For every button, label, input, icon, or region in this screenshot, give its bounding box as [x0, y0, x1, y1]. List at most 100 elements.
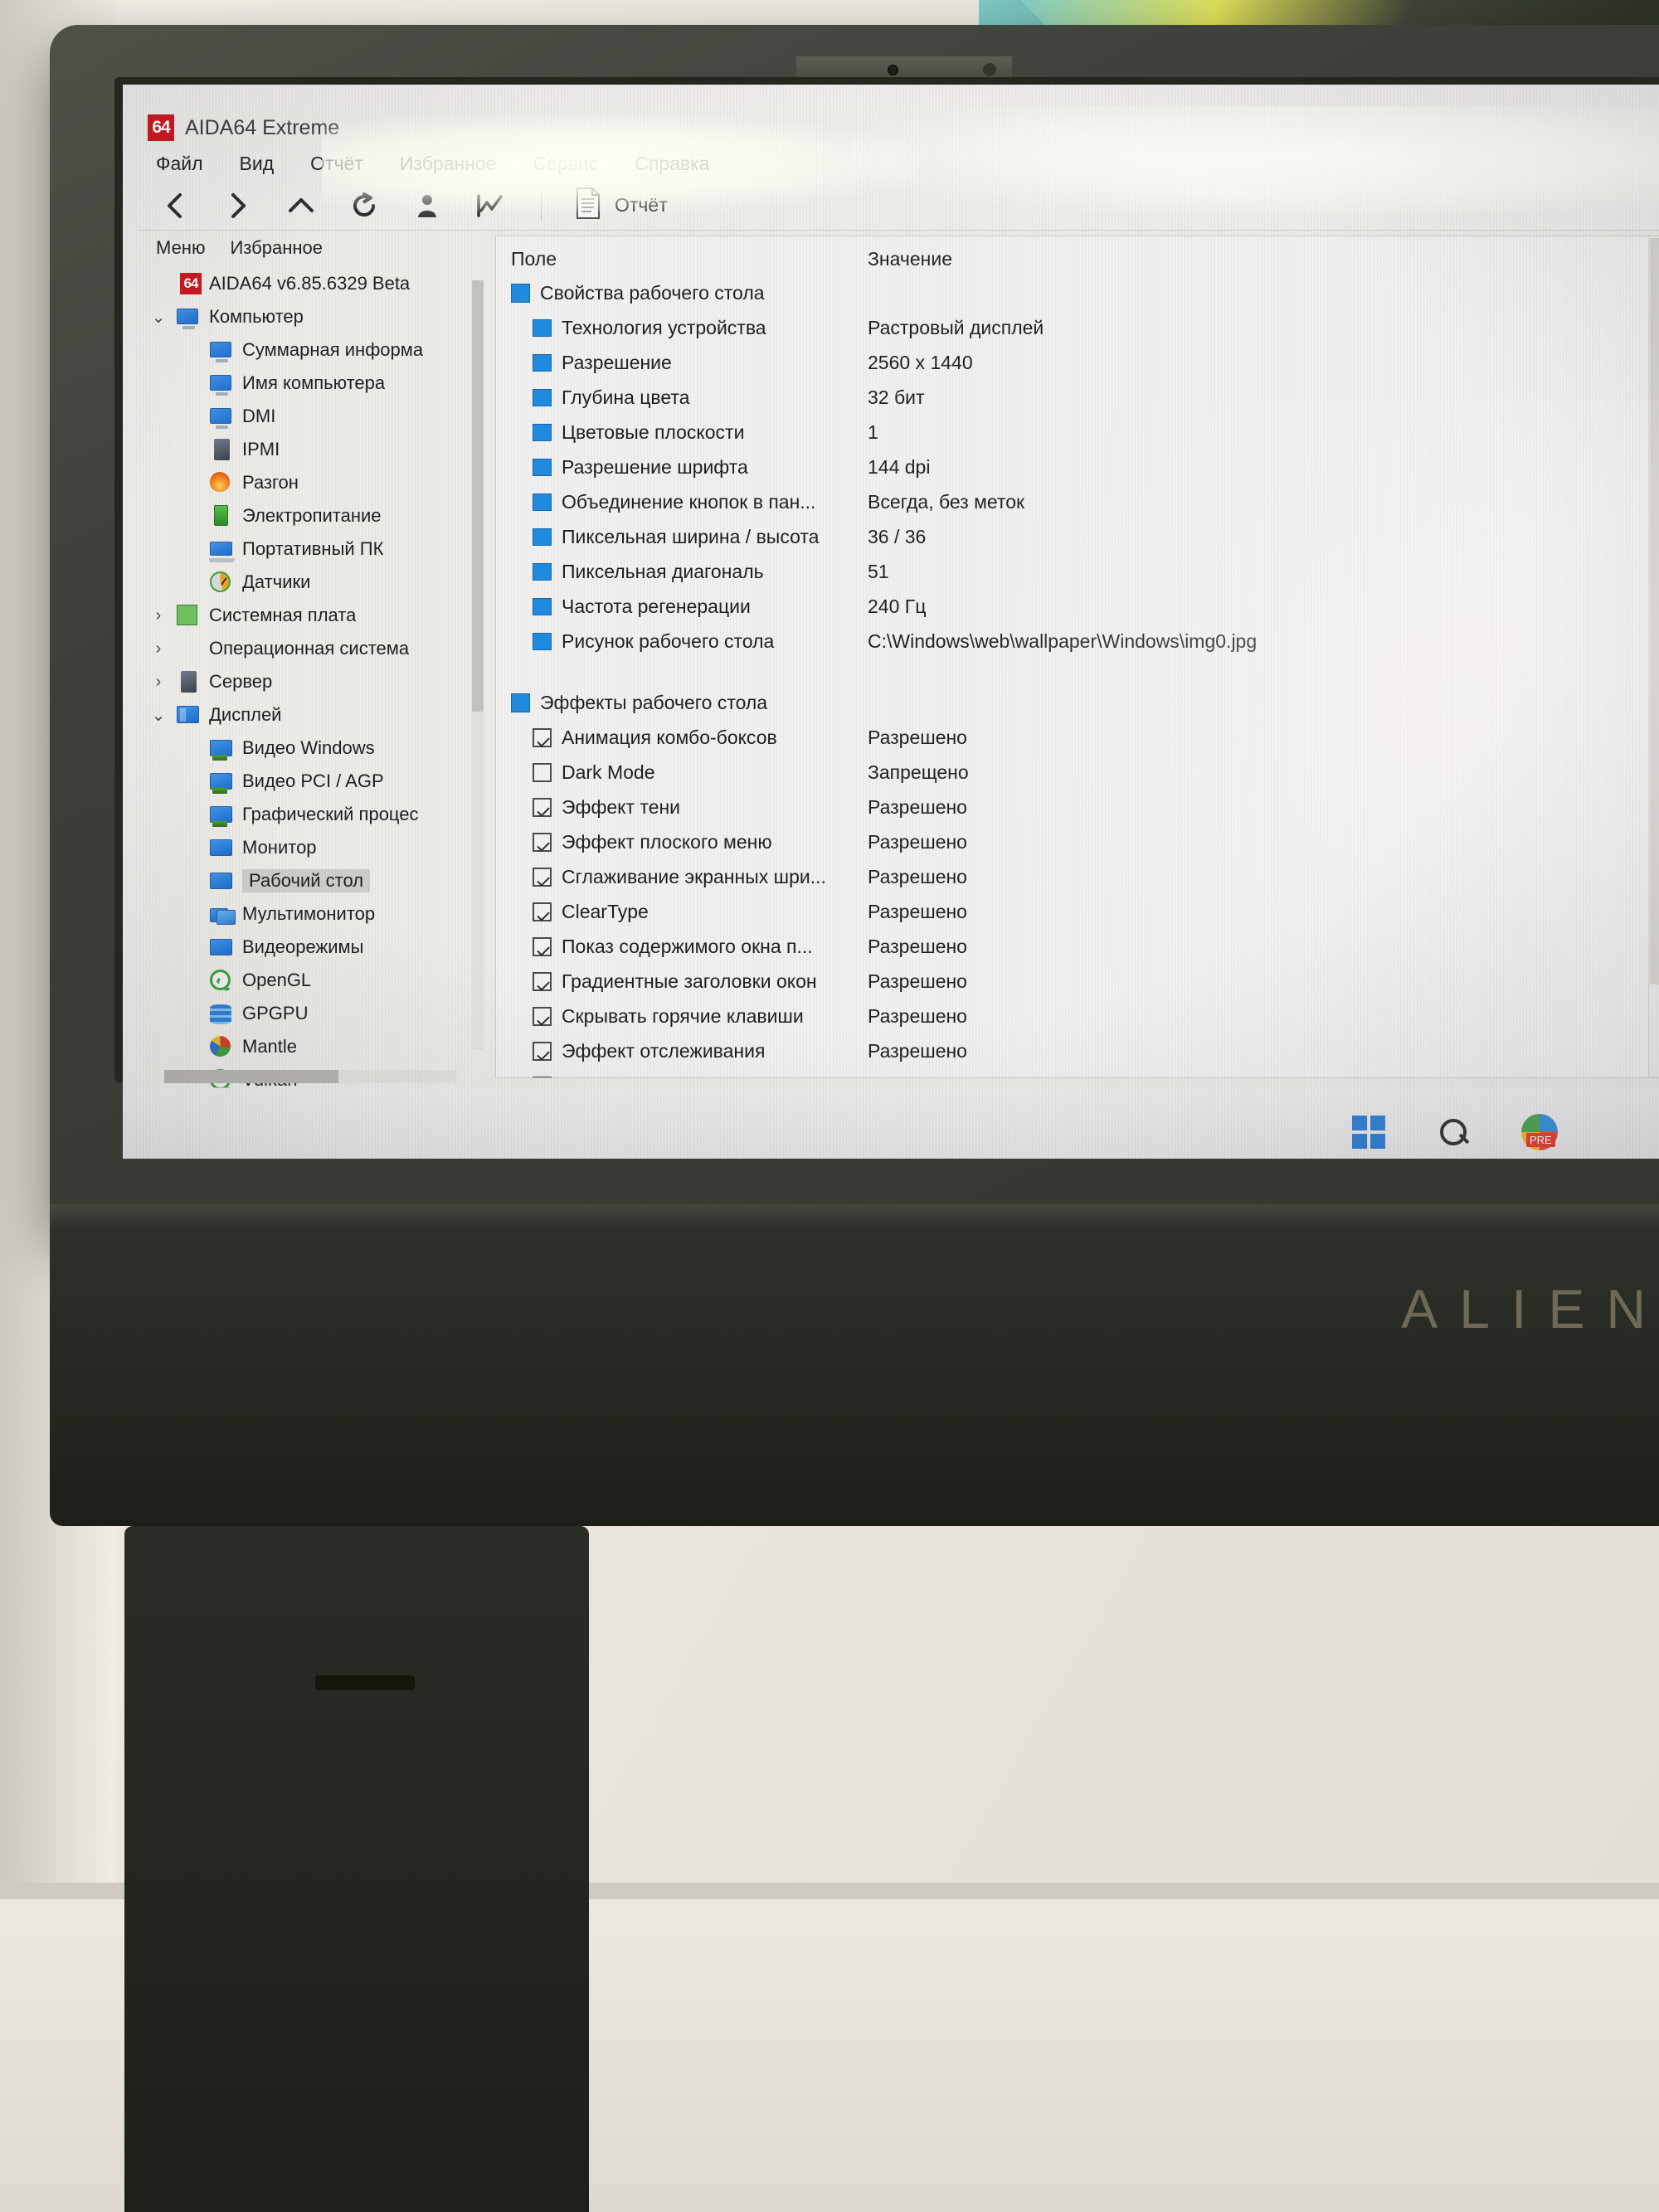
- sidebar-item-12[interactable]: ⌄ Дисплей: [148, 698, 490, 732]
- checkbox-checked-icon[interactable]: [533, 971, 552, 991]
- sidebar-item-5[interactable]: Разгон: [148, 466, 490, 499]
- row-field-label: Показ содержимого окна п...: [562, 935, 813, 957]
- table-row[interactable]: Технология устройства Растровый дисплей: [496, 310, 1659, 345]
- search-icon[interactable]: [1437, 1116, 1470, 1149]
- property-icon: [533, 318, 552, 337]
- row-field-label: Частота регенерации: [562, 595, 751, 617]
- tab-favorites[interactable]: Избранное: [230, 237, 323, 259]
- sidebar-item-15[interactable]: Графический процес: [148, 798, 490, 831]
- section-header: Свойства рабочего стола: [496, 275, 1659, 310]
- content-rows: Свойства рабочего стола Технология устрой…: [496, 275, 1659, 1078]
- table-row[interactable]: Разрешение 2560 x 1440: [496, 345, 1659, 380]
- checkbox-checked-icon[interactable]: [533, 902, 552, 921]
- sidebar-item-4[interactable]: IPMI: [148, 433, 490, 466]
- report-button[interactable]: Отчёт: [575, 187, 668, 225]
- refresh-icon[interactable]: [347, 188, 382, 223]
- row-value: Запрещено: [868, 761, 969, 783]
- chevron-down-icon[interactable]: ⌄: [148, 307, 169, 328]
- table-row[interactable]: ClearType Разрешено: [496, 894, 1659, 929]
- table-row[interactable]: Объединение кнопок в пан... Всегда, без м…: [496, 484, 1659, 519]
- up-arrow-icon[interactable]: [284, 188, 319, 223]
- sidebar-item-18[interactable]: Мультимонитор: [148, 897, 490, 931]
- menu-item-file[interactable]: Файл: [156, 153, 203, 175]
- checkbox-checked-icon[interactable]: [533, 1006, 552, 1026]
- row-field-label: Пиксельная диагональ: [562, 560, 764, 582]
- sidebar-item-8[interactable]: Датчики: [148, 566, 490, 599]
- chevron-right-icon[interactable]: ›: [148, 639, 169, 659]
- sidebar-item-22[interactable]: Mantle: [148, 1030, 490, 1063]
- menu-item-report[interactable]: Отчёт: [310, 153, 363, 175]
- table-row[interactable]: Частота регенерации 240 Гц: [496, 589, 1659, 624]
- table-row[interactable]: Эффект плоского меню Разрешено: [496, 824, 1659, 859]
- row-field-label: Рисунок рабочего стола: [562, 630, 775, 652]
- table-row[interactable]: Заворот подписей значков Разрешено: [496, 1068, 1659, 1078]
- table-row[interactable]: Разрешение шрифта 144 dpi: [496, 450, 1659, 484]
- sidebar-item-21[interactable]: GPGPU: [148, 997, 490, 1030]
- sidebar-item-9[interactable]: › Системная плата: [148, 599, 490, 632]
- table-row[interactable]: Показ содержимого окна п... Разрешено: [496, 929, 1659, 964]
- checkbox-checked-icon[interactable]: [533, 1076, 552, 1077]
- checkbox-checked-icon[interactable]: [533, 797, 552, 817]
- table-row[interactable]: Градиентные заголовки окон Разрешено: [496, 964, 1659, 999]
- row-field-label: Эффект тени: [562, 795, 681, 818]
- sidebar-item-17[interactable]: Рабочий стол: [148, 864, 490, 897]
- videocard-icon: [210, 804, 235, 827]
- table-row[interactable]: Dark Mode Запрещено: [496, 755, 1659, 790]
- display-icon: [177, 704, 202, 726]
- sidebar-item-3[interactable]: DMI: [148, 400, 490, 433]
- user-icon[interactable]: [410, 188, 445, 223]
- table-row[interactable]: Рисунок рабочего стола C:\Windows\web\wal…: [496, 624, 1659, 659]
- sidebar-item-6[interactable]: Электропитание: [148, 499, 490, 532]
- sidebar-scrollbar[interactable]: [472, 280, 484, 1050]
- sidebar-item-11[interactable]: › Сервер: [148, 665, 490, 698]
- table-row[interactable]: Эффект тени Разрешено: [496, 790, 1659, 824]
- menu-item-help[interactable]: Справка: [635, 153, 709, 175]
- table-row[interactable]: Анимация комбо-боксов Разрешено: [496, 720, 1659, 755]
- menu-item-favorites[interactable]: Избранное: [400, 153, 497, 175]
- checkbox-checked-icon[interactable]: [533, 936, 552, 956]
- sidebar-hscrollbar-thumb[interactable]: [164, 1070, 338, 1083]
- chevron-down-icon[interactable]: ⌄: [148, 705, 169, 726]
- chart-icon[interactable]: [473, 188, 508, 223]
- row-field-label: Заворот подписей значков: [562, 1075, 796, 1078]
- sidebar-item-0[interactable]: ⌄ Компьютер: [148, 300, 490, 333]
- sidebar-item-10[interactable]: › Операционная система: [148, 632, 490, 665]
- table-row[interactable]: Пиксельная диагональ 51: [496, 554, 1659, 589]
- chevron-right-icon[interactable]: ›: [148, 606, 169, 625]
- table-row[interactable]: Пиксельная ширина / высота 36 / 36: [496, 519, 1659, 554]
- sidebar-item-20[interactable]: OpenGL: [148, 964, 490, 997]
- windows-start-icon[interactable]: [1352, 1116, 1385, 1149]
- checkbox-checked-icon[interactable]: [533, 1041, 552, 1061]
- sidebar-hscrollbar[interactable]: [164, 1070, 457, 1083]
- sidebar-item-7[interactable]: Портативный ПК: [148, 532, 490, 566]
- table-row[interactable]: Цветовые плоскости 1: [496, 415, 1659, 450]
- sidebar-item-2[interactable]: Имя компьютера: [148, 367, 490, 400]
- forward-arrow-icon[interactable]: [221, 188, 255, 223]
- sidebar-item-16[interactable]: Монитор: [148, 831, 490, 864]
- sidebar-item-1[interactable]: Суммарная информа: [148, 333, 490, 367]
- checkbox-checked-icon[interactable]: [533, 832, 552, 852]
- sidebar-item-19[interactable]: Видеорежимы: [148, 931, 490, 964]
- chevron-right-icon[interactable]: ›: [148, 673, 169, 692]
- sidebar-item-14[interactable]: Видео PCI / AGP: [148, 765, 490, 798]
- content-scrollbar[interactable]: [1648, 236, 1659, 1077]
- content-scrollbar-thumb[interactable]: [1650, 238, 1659, 984]
- browser-icon[interactable]: PRE: [1521, 1114, 1558, 1150]
- menu-item-tools[interactable]: Сервис: [533, 153, 598, 175]
- checkbox-checked-icon[interactable]: [533, 867, 552, 887]
- sidebar-scrollbar-thumb[interactable]: [472, 280, 484, 712]
- table-row[interactable]: Глубина цвета 32 бит: [496, 380, 1659, 415]
- sidebar-tree-root[interactable]: 64 AIDA64 v6.85.6329 Beta: [148, 267, 490, 300]
- table-row[interactable]: Скрывать горячие клавиши Разрешено: [496, 999, 1659, 1033]
- tab-menu[interactable]: Меню: [156, 237, 205, 259]
- table-row[interactable]: Сглаживание экранных шри... Разрешено: [496, 859, 1659, 894]
- checkbox-checked-icon[interactable]: [533, 727, 552, 747]
- window-title: AIDA64 Extreme: [185, 115, 340, 139]
- menu-item-view[interactable]: Вид: [240, 153, 275, 175]
- content-pane: Поле Значение Свойства рабочего стола Тех…: [495, 236, 1659, 1078]
- table-row[interactable]: Эффект отслеживания Разрешено: [496, 1033, 1659, 1068]
- checkbox-unchecked-icon[interactable]: [533, 762, 552, 782]
- sidebar-item-13[interactable]: Видео Windows: [148, 732, 490, 765]
- back-arrow-icon[interactable]: [158, 188, 192, 223]
